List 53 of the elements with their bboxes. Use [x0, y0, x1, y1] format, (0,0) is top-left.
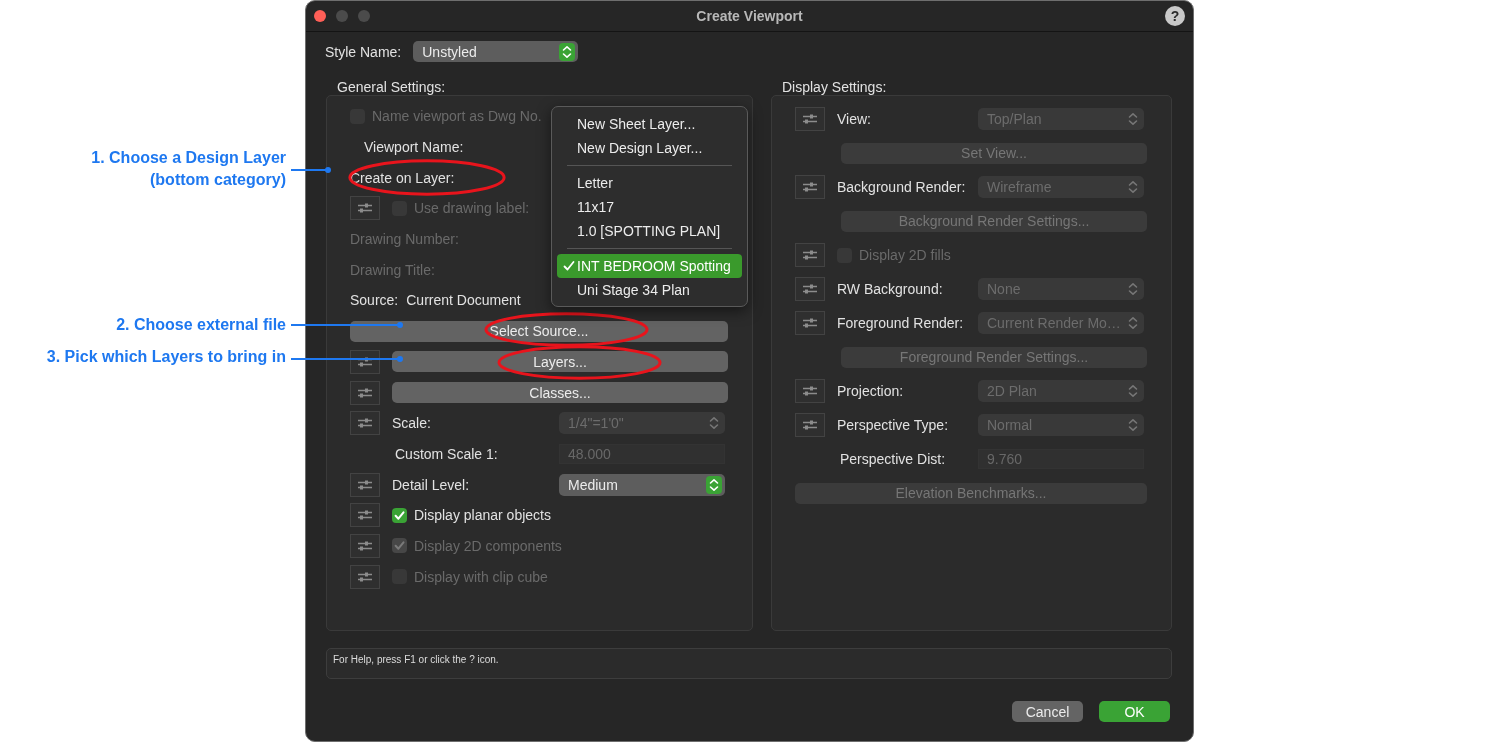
action-button[interactable]: Select Source...: [350, 320, 728, 342]
field-label: View:: [837, 111, 871, 127]
callout-text: 1. Choose a Design Layer (bottom category): [90, 148, 286, 190]
sliders-icon[interactable]: [350, 472, 380, 497]
checkbox-label: Display planar objects: [414, 507, 551, 524]
field-label: Drawing Number:: [350, 231, 459, 248]
checkbox[interactable]: [392, 507, 407, 523]
field-label: Scale:: [392, 415, 431, 432]
action-button[interactable]: Layers...: [392, 351, 728, 373]
menu-item[interactable]: New Design Layer...: [557, 136, 742, 160]
menu-item[interactable]: Uni Stage 34 Plan: [557, 278, 742, 302]
action-button[interactable]: Classes...: [392, 382, 728, 404]
style-name-label: Style Name:: [325, 43, 402, 60]
help-button[interactable]: ?: [1165, 6, 1185, 26]
help-text: For Help, press F1 or click the ? icon.: [333, 654, 499, 666]
field-label: Projection:: [837, 383, 904, 399]
checkbox-label: Name viewport as Dwg No.: [372, 108, 542, 125]
menu-item[interactable]: New Sheet Layer...: [557, 112, 742, 136]
group-title: General Settings:: [336, 80, 446, 95]
source-value: Current Document: [406, 292, 521, 309]
window-title: Create Viewport: [696, 8, 803, 24]
field-label: Viewport Name:: [364, 139, 464, 156]
field-label: Detail Level:: [392, 476, 470, 493]
checkbox-label: Display with clip cube: [414, 568, 548, 585]
sliders-icon[interactable]: [350, 380, 380, 405]
callout-text: 3. Pick which Layers to bring in: [45, 347, 286, 367]
group-title: Display Settings:: [781, 80, 887, 95]
field-label: Perspective Dist:: [840, 451, 946, 467]
field-label: RW Background:: [837, 281, 943, 297]
menu-item[interactable]: 1.0 [SPOTTING PLAN]: [557, 219, 742, 243]
sliders-icon[interactable]: [350, 503, 380, 528]
menu-item[interactable]: INT BEDROOM Spotting: [557, 254, 742, 278]
field-label: Perspective Type:: [837, 417, 949, 433]
footer-button[interactable]: OK: [1099, 701, 1170, 722]
checkbox-label: Display 2D fills: [859, 247, 951, 263]
field-label: Foreground Render:: [837, 315, 964, 331]
stepper-icon: [559, 42, 576, 61]
style-name-dropdown[interactable]: Unstyled: [413, 41, 579, 62]
callout-text: 2. Choose external file: [115, 315, 286, 335]
field-label: Drawing Title:: [350, 261, 435, 278]
menu-item[interactable]: 11x17: [557, 195, 742, 219]
field-label: Background Render:: [837, 179, 966, 195]
source-label: Source:: [350, 292, 399, 309]
field-label: Custom Scale 1:: [395, 445, 498, 462]
check-icon: [563, 260, 575, 272]
stepper-icon: [706, 475, 722, 494]
checkbox-label: Use drawing label:: [414, 200, 530, 217]
menu-item[interactable]: Letter: [557, 171, 742, 195]
dropdown[interactable]: Medium: [559, 473, 725, 496]
sliders-icon[interactable]: [350, 349, 380, 374]
checkbox-label: Display 2D components: [414, 537, 562, 554]
close-button[interactable]: [314, 10, 326, 22]
footer-button[interactable]: Cancel: [1012, 701, 1083, 722]
